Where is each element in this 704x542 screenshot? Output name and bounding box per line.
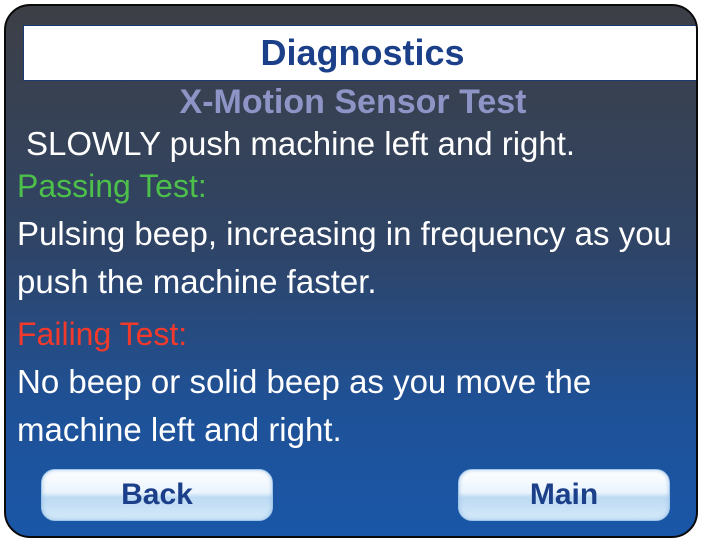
passing-test-label: Passing Test: — [17, 168, 207, 204]
back-button[interactable]: Back — [41, 469, 273, 521]
failing-test-description: No beep or solid beep as you move the ma… — [17, 363, 592, 448]
main-button[interactable]: Main — [458, 469, 670, 521]
passing-test-description: Pulsing beep, increasing in frequency as… — [17, 215, 672, 300]
test-instruction: SLOWLY push machine left and right. — [26, 125, 576, 162]
test-subtitle: X-Motion Sensor Test — [179, 83, 527, 121]
page-title: Diagnostics — [23, 25, 696, 81]
diagnostics-screen: Diagnostics X-Motion Sensor Test SLOWLY … — [4, 4, 698, 538]
failing-test-label: Failing Test: — [17, 316, 188, 352]
